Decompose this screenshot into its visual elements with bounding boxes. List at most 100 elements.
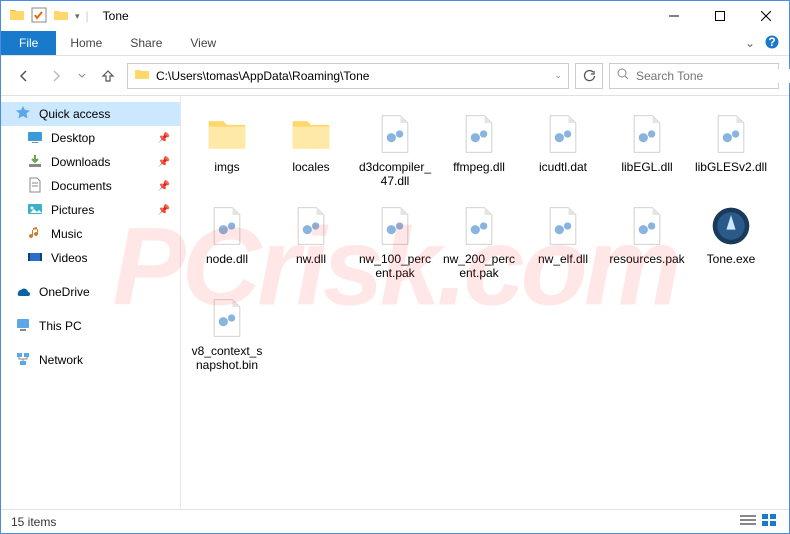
address-input[interactable] (156, 69, 548, 83)
forward-button[interactable] (43, 63, 69, 89)
file-label: icudtl.dat (539, 160, 587, 174)
exe-icon (707, 202, 755, 250)
music-icon (27, 225, 43, 244)
file-item[interactable]: d3dcompiler_47.dll (353, 106, 437, 198)
star-icon (15, 105, 31, 124)
documents-icon (27, 177, 43, 196)
file-label: ffmpeg.dll (453, 160, 505, 174)
file-label: nw.dll (296, 252, 326, 266)
qat-dropdown-icon[interactable]: ▾ (75, 11, 80, 22)
file-menu[interactable]: File (1, 31, 56, 55)
sidebar-item-music[interactable]: Music (1, 222, 180, 246)
help-icon[interactable]: ? (765, 35, 779, 52)
file-label: nw_100_percent.pak (357, 252, 433, 280)
file-item[interactable]: nw_elf.dll (521, 198, 605, 290)
search-input[interactable] (636, 69, 790, 83)
file-item[interactable]: ffmpeg.dll (437, 106, 521, 198)
sidebar-label: This PC (39, 319, 82, 333)
sidebar-label: Quick access (39, 107, 110, 121)
sidebar-item-videos[interactable]: Videos (1, 246, 180, 270)
file-icon (371, 202, 419, 250)
status-bar: 15 items (1, 509, 789, 533)
sidebar-network[interactable]: Network (1, 348, 180, 372)
recent-dropdown[interactable] (75, 63, 89, 89)
dll-icon (203, 202, 251, 250)
window-title: Tone (103, 9, 129, 23)
minimize-button[interactable] (651, 1, 697, 31)
item-count: 15 items (11, 515, 56, 529)
up-button[interactable] (95, 63, 121, 89)
sidebar-item-pictures[interactable]: Pictures📌 (1, 198, 180, 222)
videos-icon (27, 249, 43, 268)
onedrive-icon (15, 283, 31, 302)
sidebar-onedrive[interactable]: OneDrive (1, 280, 180, 304)
file-label: nw_elf.dll (538, 252, 588, 266)
large-icons-view-icon[interactable] (761, 513, 779, 530)
tab-home[interactable]: Home (56, 31, 116, 55)
file-label: libGLESv2.dll (695, 160, 767, 174)
address-bar[interactable]: ⌄ (127, 63, 569, 89)
file-item[interactable]: imgs (185, 106, 269, 198)
network-icon (15, 351, 31, 370)
file-item[interactable]: libEGL.dll (605, 106, 689, 198)
sidebar-quick-access[interactable]: Quick access (1, 102, 180, 126)
titlebar: ▾ | Tone (1, 1, 789, 31)
dll-icon (623, 110, 671, 158)
sidebar-label: Network (39, 353, 83, 367)
folder-small-icon (53, 7, 69, 26)
dll-icon (707, 110, 755, 158)
file-label: resources.pak (609, 252, 684, 266)
file-item[interactable]: nw_200_percent.pak (437, 198, 521, 290)
desktop-icon (27, 129, 43, 148)
file-label: locales (292, 160, 329, 174)
file-item[interactable]: icudtl.dat (521, 106, 605, 198)
pictures-icon (27, 201, 43, 220)
sidebar-item-documents[interactable]: Documents📌 (1, 174, 180, 198)
file-icon (623, 202, 671, 250)
downloads-icon (27, 153, 43, 172)
file-item[interactable]: node.dll (185, 198, 269, 290)
sidebar-label: OneDrive (39, 285, 90, 299)
pin-icon: 📌 (158, 133, 170, 144)
file-item[interactable]: nw.dll (269, 198, 353, 290)
file-label: imgs (214, 160, 239, 174)
file-item[interactable]: v8_context_snapshot.bin (185, 290, 269, 382)
address-dropdown-icon[interactable]: ⌄ (554, 70, 562, 81)
sidebar-this-pc[interactable]: This PC (1, 314, 180, 338)
file-list[interactable]: imgs locales d3dcompiler_47.dll ffmpeg.dll i… (181, 96, 789, 509)
navigation-pane: Quick access Desktop📌 Downloads 📌 Documen… (1, 96, 181, 509)
sidebar-label: Music (51, 227, 82, 241)
file-item[interactable]: libGLESv2.dll (689, 106, 773, 198)
file-item[interactable]: locales (269, 106, 353, 198)
file-label: libEGL.dll (621, 160, 672, 174)
file-item[interactable]: Tone.exe (689, 198, 773, 290)
tab-view[interactable]: View (176, 31, 230, 55)
sidebar-item-downloads[interactable]: Downloads 📌 (1, 150, 180, 174)
this-pc-icon (15, 317, 31, 336)
folder-icon (9, 7, 25, 26)
sidebar-label: Videos (51, 251, 87, 265)
tab-share[interactable]: Share (116, 31, 176, 55)
details-view-icon[interactable] (739, 513, 757, 530)
dll-icon (287, 202, 335, 250)
sidebar-item-desktop[interactable]: Desktop📌 (1, 126, 180, 150)
ribbon-expand-icon[interactable]: ⌄ (745, 36, 755, 50)
maximize-button[interactable] (697, 1, 743, 31)
search-box[interactable] (609, 63, 779, 89)
back-button[interactable] (11, 63, 37, 89)
refresh-button[interactable] (575, 63, 603, 89)
sidebar-label: Downloads (51, 155, 110, 169)
pin-icon: 📌 (158, 181, 170, 192)
file-item[interactable]: resources.pak (605, 198, 689, 290)
pin-icon: 📌 (158, 157, 170, 168)
checkbox-icon[interactable] (31, 7, 47, 26)
explorer-window: ▾ | Tone File Home Share View ⌄ ? ⌄ (0, 0, 790, 534)
svg-text:?: ? (768, 35, 775, 49)
file-item[interactable]: nw_100_percent.pak (353, 198, 437, 290)
quick-access-toolbar: ▾ | (1, 7, 89, 26)
dll-icon (371, 110, 419, 158)
file-label: node.dll (206, 252, 248, 266)
close-button[interactable] (743, 1, 789, 31)
search-icon (616, 67, 630, 84)
folder-icon (287, 110, 335, 158)
